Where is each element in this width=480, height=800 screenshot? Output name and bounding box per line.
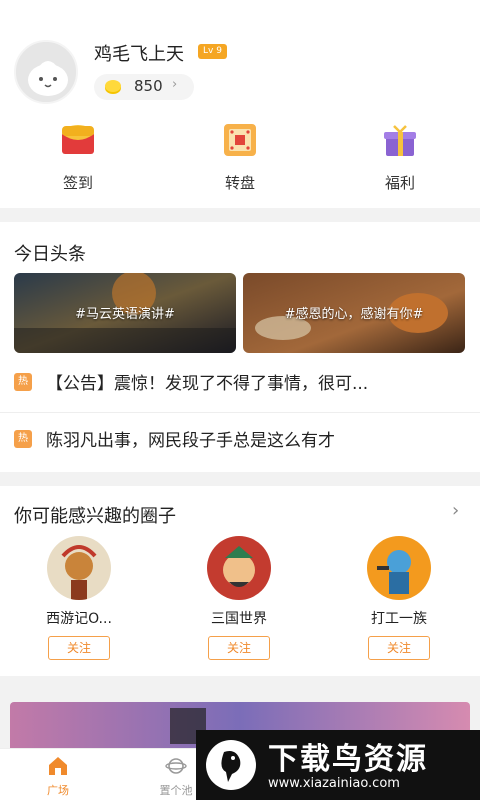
- banner-label: #马云英语演讲#: [75, 307, 175, 322]
- benefits-button[interactable]: 福利: [340, 122, 460, 202]
- watermark-url: www.xiazainiao.com: [268, 776, 400, 791]
- gift-icon: [384, 125, 416, 156]
- news-item[interactable]: 热 陈羽凡出事，网民段子手总是这么有才: [0, 412, 480, 470]
- checkin-label: 签到: [62, 174, 93, 192]
- circle-item[interactable]: 三国世界 关注: [174, 536, 304, 666]
- watermark: 下载鸟资源 www.xiazainiao.com: [196, 730, 480, 800]
- banner-label: #感恩的心，感谢有你#: [284, 307, 424, 322]
- chevron-right-icon[interactable]: ›: [452, 500, 459, 521]
- follow-button[interactable]: 关注: [208, 636, 270, 660]
- home-icon: [49, 757, 67, 775]
- follow-button[interactable]: 关注: [48, 636, 110, 660]
- wheel-label: 转盘: [224, 174, 255, 192]
- coin-balance-button[interactable]: 850 ›: [94, 74, 194, 100]
- circles-title: 你可能感兴趣的圈子: [14, 506, 176, 527]
- circle-avatar: [207, 536, 271, 600]
- circle-avatar: [47, 536, 111, 600]
- level-badge: Lv 9: [198, 44, 227, 59]
- headline-banner[interactable]: #感恩的心，感谢有你#: [243, 273, 465, 353]
- watermark-title: 下载鸟资源: [268, 742, 428, 777]
- wheel-button[interactable]: 转盘: [180, 122, 300, 202]
- checkin-button[interactable]: 签到: [18, 122, 138, 202]
- username: 鸡毛飞上天: [94, 44, 184, 65]
- chevron-right-icon: ›: [172, 77, 178, 92]
- avatar[interactable]: [14, 40, 78, 104]
- follow-button[interactable]: 关注: [368, 636, 430, 660]
- news-item[interactable]: 热 【公告】震惊！发现了不得了事情，很可...: [0, 355, 480, 413]
- hot-tag: 热: [14, 430, 32, 448]
- bird-logo-icon: [206, 740, 256, 790]
- wheel-icon: [224, 124, 256, 156]
- circle-name: 打工一族: [371, 611, 427, 627]
- tab-square[interactable]: 广场: [28, 749, 88, 800]
- news-title: 【公告】震惊！发现了不得了事情，很可...: [46, 374, 369, 394]
- benefits-label: 福利: [384, 174, 415, 192]
- headlines-title: 今日头条: [14, 244, 86, 265]
- coin-icon: [105, 80, 121, 94]
- coin-value: 850: [134, 77, 163, 95]
- circle-item[interactable]: 打工一族 关注: [334, 536, 464, 666]
- circle-name: 西游记O...: [46, 611, 112, 627]
- tab-label: 广场: [47, 784, 69, 797]
- planet-icon: [165, 758, 187, 774]
- circle-name: 三国世界: [211, 611, 267, 627]
- circle-avatar: [367, 536, 431, 600]
- circle-item[interactable]: 西游记O... 关注: [14, 536, 144, 666]
- headline-banner[interactable]: #马云英语演讲#: [14, 273, 236, 353]
- hot-tag: 热: [14, 373, 32, 391]
- news-title: 陈羽凡出事，网民段子手总是这么有才: [46, 431, 335, 451]
- profile-card: 鸡毛飞上天 Lv 9 850 › 签到 转盘 福利: [0, 0, 480, 208]
- red-envelope-icon: [62, 125, 94, 154]
